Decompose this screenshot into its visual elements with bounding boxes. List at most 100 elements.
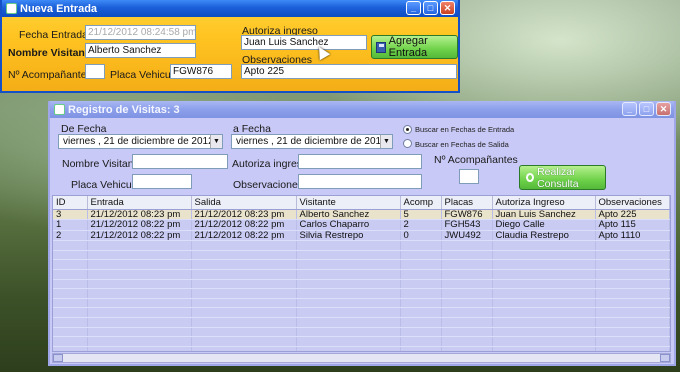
- radio-fechas-entrada-label: Buscar en Fechas de Entrada: [415, 125, 515, 134]
- table-cell: Carlos Chaparro: [296, 219, 401, 231]
- visitas-table[interactable]: ID Entrada Salida Visitante Acomp Placas…: [52, 195, 671, 352]
- acompanantes-field[interactable]: [85, 64, 105, 79]
- table-cell: Apto 225: [595, 209, 670, 221]
- empty-row: [53, 288, 670, 299]
- empty-row: [53, 327, 670, 338]
- table-header-row: ID Entrada Salida Visitante Acomp Placas…: [53, 196, 670, 210]
- observaciones-label: Observaciones: [233, 179, 304, 191]
- empty-row: [53, 307, 670, 319]
- maximize-button[interactable]: □: [639, 102, 654, 116]
- empty-row: [53, 269, 670, 280]
- horizontal-scrollbar[interactable]: [52, 353, 671, 363]
- nombre-visitante-filter[interactable]: [132, 154, 228, 169]
- save-icon: [376, 41, 386, 53]
- nombre-visitante-label: Nombre Visitante: [8, 47, 95, 59]
- scroll-right-icon[interactable]: [660, 354, 670, 362]
- empty-row: [53, 336, 670, 347]
- acompanantes-label: Nº Acompañantes: [434, 154, 518, 166]
- maximize-button[interactable]: □: [423, 1, 438, 15]
- table-cell: 21/12/2012 08:22 pm: [87, 219, 192, 231]
- a-fecha-value: viernes , 21 de diciembre de 2012: [236, 136, 387, 147]
- chevron-down-icon[interactable]: ▼: [210, 135, 222, 148]
- column-header[interactable]: Salida: [191, 196, 297, 210]
- registro-visitas-titlebar[interactable]: Registro de Visitas: 3 _ □ ✕: [50, 101, 674, 118]
- table-cell: Diego Calle: [492, 219, 596, 231]
- minimize-button[interactable]: _: [406, 1, 421, 15]
- radio-fechas-entrada[interactable]: [403, 125, 412, 134]
- table-cell: Apto 115: [595, 219, 670, 231]
- table-cell: 1: [53, 219, 88, 231]
- de-fecha-value: viernes , 21 de diciembre de 2012: [63, 136, 214, 147]
- table-cell: Claudia Restrepo: [492, 230, 596, 242]
- table-cell: Alberto Sanchez: [296, 209, 401, 221]
- app-icon: [54, 104, 65, 115]
- window-title: Nueva Entrada: [20, 2, 98, 15]
- table-cell: 0: [400, 230, 442, 242]
- radio-fechas-salida[interactable]: [403, 139, 412, 148]
- de-fecha-picker[interactable]: viernes , 21 de diciembre de 2012 ▼: [58, 134, 223, 149]
- close-button[interactable]: ✕: [440, 1, 455, 15]
- empty-row: [53, 298, 670, 309]
- realizar-consulta-label: Realizar Consulta: [537, 165, 579, 190]
- nombre-visitante-field[interactable]: Alberto Sanchez: [85, 43, 196, 58]
- table-cell: 21/12/2012 08:23 pm: [87, 209, 192, 221]
- column-header[interactable]: Observaciones: [595, 196, 670, 210]
- placa-vehiculo-field[interactable]: FGW876: [170, 64, 232, 79]
- placa-vehiculo-label: Placa Vehiculo: [71, 179, 140, 191]
- table-cell: 2: [53, 230, 88, 242]
- fecha-entrada-label: Fecha Entrada: [19, 29, 88, 41]
- app-icon: [6, 3, 17, 14]
- column-header[interactable]: Visitante: [296, 196, 401, 210]
- table-cell: 2: [400, 219, 442, 231]
- minimize-button[interactable]: _: [622, 102, 637, 116]
- table-cell: FGW876: [441, 209, 493, 221]
- placa-vehiculo-filter[interactable]: [132, 174, 192, 189]
- fecha-entrada-field[interactable]: 21/12/2012 08:24:58 pm: [85, 25, 196, 40]
- nueva-entrada-titlebar[interactable]: Nueva Entrada _ □ ✕: [2, 0, 458, 17]
- radio-fechas-salida-label: Buscar en Fechas de Salida: [415, 140, 509, 149]
- realizar-consulta-button[interactable]: Realizar Consulta: [519, 165, 606, 190]
- empty-row: [53, 240, 670, 251]
- table-cell: Juan Luis Sanchez: [492, 209, 596, 221]
- agregar-entrada-label: Agregar Entrada: [388, 35, 428, 59]
- window-title: Registro de Visitas: 3: [68, 103, 180, 116]
- autoriza-ingreso-filter[interactable]: [298, 154, 422, 169]
- table-row[interactable]: 1 21/12/2012 08:22 pm 21/12/2012 08:22 p…: [53, 219, 670, 231]
- a-fecha-picker[interactable]: viernes , 21 de diciembre de 2012 ▼: [231, 134, 393, 149]
- column-header[interactable]: Autoriza Ingreso: [492, 196, 596, 210]
- table-cell: 21/12/2012 08:23 pm: [191, 209, 297, 221]
- table-row[interactable]: 2 21/12/2012 08:22 pm 21/12/2012 08:22 p…: [53, 230, 670, 242]
- empty-row: [53, 250, 670, 261]
- column-header[interactable]: Acomp: [400, 196, 442, 210]
- table-cell: 3: [53, 209, 88, 221]
- table-row[interactable]: 3 21/12/2012 08:23 pm 21/12/2012 08:23 p…: [53, 209, 670, 221]
- chevron-down-icon[interactable]: ▼: [380, 135, 392, 148]
- autoriza-ingreso-label: Autoriza ingreso: [232, 158, 308, 170]
- table-cell: 21/12/2012 08:22 pm: [87, 230, 192, 242]
- column-header[interactable]: Placas: [441, 196, 493, 210]
- table-cell: 21/12/2012 08:22 pm: [191, 230, 297, 242]
- placa-vehiculo-label: Placa Vehiculo: [110, 69, 179, 81]
- registro-visitas-window: Registro de Visitas: 3 _ □ ✕ De Fecha vi…: [48, 101, 676, 366]
- nueva-entrada-window: Nueva Entrada _ □ ✕ Fecha Entrada 21/12/…: [0, 0, 460, 93]
- empty-row: [53, 279, 670, 290]
- search-icon: [526, 173, 535, 182]
- empty-row: [53, 259, 670, 271]
- table-cell: Silvia Restrepo: [296, 230, 401, 242]
- acompanantes-label: Nº Acompañantes: [8, 69, 92, 81]
- close-button[interactable]: ✕: [656, 102, 671, 116]
- column-header[interactable]: ID: [53, 196, 88, 210]
- table-cell: FGH543: [441, 219, 493, 231]
- agregar-entrada-button[interactable]: Agregar Entrada: [371, 35, 458, 59]
- table-cell: Apto 1110: [595, 230, 670, 242]
- empty-row: [53, 317, 670, 328]
- column-header[interactable]: Entrada: [87, 196, 192, 210]
- acompanantes-filter[interactable]: [459, 169, 479, 184]
- table-cell: JWU492: [441, 230, 493, 242]
- scroll-left-icon[interactable]: [53, 354, 63, 362]
- empty-row: [53, 346, 670, 351]
- autoriza-ingreso-field[interactable]: Juan Luis Sanchez: [241, 35, 367, 50]
- observaciones-field[interactable]: Apto 225: [241, 64, 457, 79]
- table-cell: 5: [400, 209, 442, 221]
- observaciones-filter[interactable]: [298, 174, 422, 189]
